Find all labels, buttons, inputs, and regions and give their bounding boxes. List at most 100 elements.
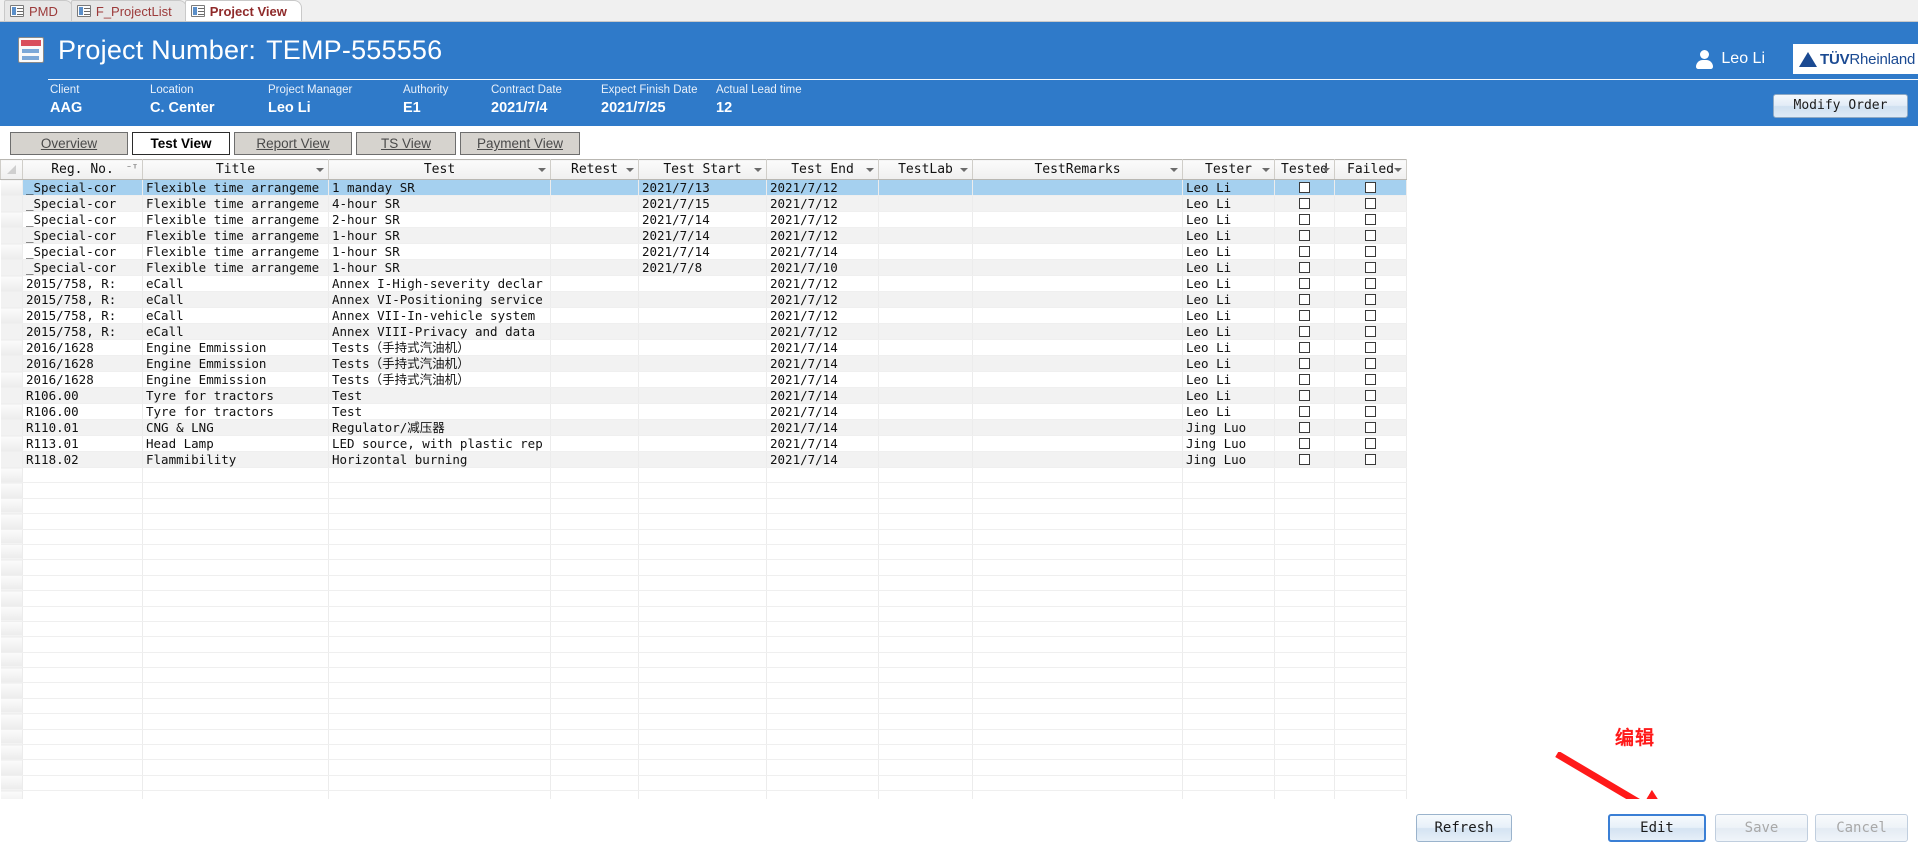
row-selector[interactable]	[0, 775, 23, 792]
table-row[interactable]: _Special-cor Flexible time arrangeme 1 man…	[0, 179, 1407, 196]
cell-reg-no[interactable]: R106.00	[22, 387, 143, 404]
failed-checkbox[interactable]	[1365, 374, 1376, 385]
row-selector[interactable]	[0, 387, 23, 404]
cell-empty[interactable]	[878, 775, 973, 792]
current-user[interactable]: Leo Li	[1696, 50, 1765, 69]
cell-empty[interactable]	[142, 575, 329, 592]
cell-test-end[interactable]: 2021/7/14	[766, 451, 879, 468]
cell-empty[interactable]	[22, 682, 143, 699]
cell-test-end[interactable]: 2021/7/14	[766, 435, 879, 452]
cell-empty[interactable]	[972, 575, 1183, 592]
cell-title[interactable]: Flexible time arrangeme	[142, 227, 329, 244]
cell-empty[interactable]	[328, 698, 551, 715]
cell-empty[interactable]	[22, 529, 143, 545]
table-row-empty[interactable]	[0, 590, 1407, 607]
cell-tested[interactable]	[1274, 275, 1335, 292]
table-row[interactable]: R106.00 Tyre for tractors Test 2021/7/14 Leo…	[0, 403, 1407, 420]
cell-empty[interactable]	[328, 482, 551, 499]
cell-reg-no[interactable]: 2016/1628	[22, 371, 143, 388]
cell-empty[interactable]	[766, 744, 879, 761]
cell-empty[interactable]	[1182, 744, 1275, 761]
column-header-test[interactable]: Test	[328, 159, 551, 180]
cell-test-end[interactable]: 2021/7/12	[766, 291, 879, 308]
tested-checkbox[interactable]	[1299, 342, 1310, 353]
cell-test-lab[interactable]	[878, 179, 973, 196]
cell-empty[interactable]	[550, 744, 639, 761]
failed-checkbox[interactable]	[1365, 326, 1376, 337]
cell-reg-no[interactable]: _Special-cor	[22, 195, 143, 212]
cell-empty[interactable]	[638, 775, 767, 792]
table-row-empty[interactable]	[0, 513, 1407, 530]
cell-failed[interactable]	[1334, 243, 1407, 260]
cell-test-end[interactable]: 2021/7/14	[766, 419, 879, 436]
failed-checkbox[interactable]	[1365, 310, 1376, 321]
cell-test[interactable]: Regulator/减压器	[328, 419, 551, 436]
cell-title[interactable]: Engine Emmission	[142, 355, 329, 372]
tested-checkbox[interactable]	[1299, 198, 1310, 209]
row-selector[interactable]	[0, 636, 23, 653]
cell-tester[interactable]: Leo Li	[1182, 195, 1275, 212]
cell-empty[interactable]	[1334, 559, 1407, 576]
cell-tested[interactable]	[1274, 419, 1335, 436]
cell-tested[interactable]	[1274, 307, 1335, 324]
cell-retest[interactable]	[550, 275, 639, 292]
cell-test-end[interactable]: 2021/7/14	[766, 403, 879, 420]
cell-test-lab[interactable]	[878, 211, 973, 228]
cell-empty[interactable]	[1274, 544, 1335, 561]
cell-empty[interactable]	[550, 775, 639, 792]
cell-empty[interactable]	[766, 775, 879, 792]
cell-test-end[interactable]: 2021/7/12	[766, 227, 879, 244]
cell-empty[interactable]	[972, 744, 1183, 761]
row-selector[interactable]	[0, 259, 23, 276]
cell-title[interactable]: Flammibility	[142, 451, 329, 468]
cell-test[interactable]: Horizontal burning	[328, 451, 551, 468]
cell-failed[interactable]	[1334, 435, 1407, 452]
table-row[interactable]: _Special-cor Flexible time arrangeme 2-hou…	[0, 211, 1407, 228]
cell-retest[interactable]	[550, 419, 639, 436]
row-selector[interactable]	[0, 482, 23, 499]
cell-empty[interactable]	[550, 498, 639, 515]
cell-test-lab[interactable]	[878, 339, 973, 356]
tab-report-view[interactable]: Report View	[234, 132, 352, 155]
cell-empty[interactable]	[550, 513, 639, 530]
cell-empty[interactable]	[22, 621, 143, 638]
cell-title[interactable]: eCall	[142, 291, 329, 308]
cell-empty[interactable]	[328, 682, 551, 699]
table-row-empty[interactable]	[0, 713, 1407, 730]
window-tab-f-projectlist[interactable]: F_ProjectList	[70, 0, 187, 21]
cell-empty[interactable]	[1274, 652, 1335, 669]
cell-empty[interactable]	[638, 544, 767, 561]
cell-empty[interactable]	[328, 744, 551, 761]
cell-empty[interactable]	[328, 513, 551, 530]
cell-test[interactable]: 1-hour SR	[328, 227, 551, 244]
cell-empty[interactable]	[1334, 498, 1407, 515]
cell-test-start[interactable]	[638, 275, 767, 292]
table-row-empty[interactable]	[0, 652, 1407, 669]
table-row-empty[interactable]	[0, 575, 1407, 592]
table-row[interactable]: R106.00 Tyre for tractors Test 2021/7/14 Leo…	[0, 387, 1407, 404]
chevron-down-icon[interactable]	[626, 167, 634, 172]
cell-empty[interactable]	[1274, 621, 1335, 638]
cell-empty[interactable]	[972, 529, 1183, 545]
table-row[interactable]: 2016/1628 Engine Emmission Tests（手持式汽油机） 20…	[0, 371, 1407, 388]
row-selector[interactable]	[0, 575, 23, 592]
cell-empty[interactable]	[766, 729, 879, 746]
cell-empty[interactable]	[878, 744, 973, 761]
table-row-empty[interactable]	[0, 621, 1407, 638]
cell-empty[interactable]	[328, 652, 551, 669]
failed-checkbox[interactable]	[1365, 230, 1376, 241]
cell-test[interactable]: 1-hour SR	[328, 259, 551, 276]
row-selector[interactable]	[0, 403, 23, 420]
cell-tester[interactable]: Leo Li	[1182, 275, 1275, 292]
cell-empty[interactable]	[638, 759, 767, 776]
tested-checkbox[interactable]	[1299, 390, 1310, 401]
cell-empty[interactable]	[878, 544, 973, 561]
cell-reg-no[interactable]: _Special-cor	[22, 179, 143, 196]
cell-empty[interactable]	[142, 636, 329, 653]
cell-reg-no[interactable]: R113.01	[22, 435, 143, 452]
cell-test-start[interactable]	[638, 387, 767, 404]
tested-checkbox[interactable]	[1299, 454, 1310, 465]
cell-test-start[interactable]: 2021/7/13	[638, 179, 767, 196]
tested-checkbox[interactable]	[1299, 310, 1310, 321]
cell-empty[interactable]	[142, 606, 329, 622]
